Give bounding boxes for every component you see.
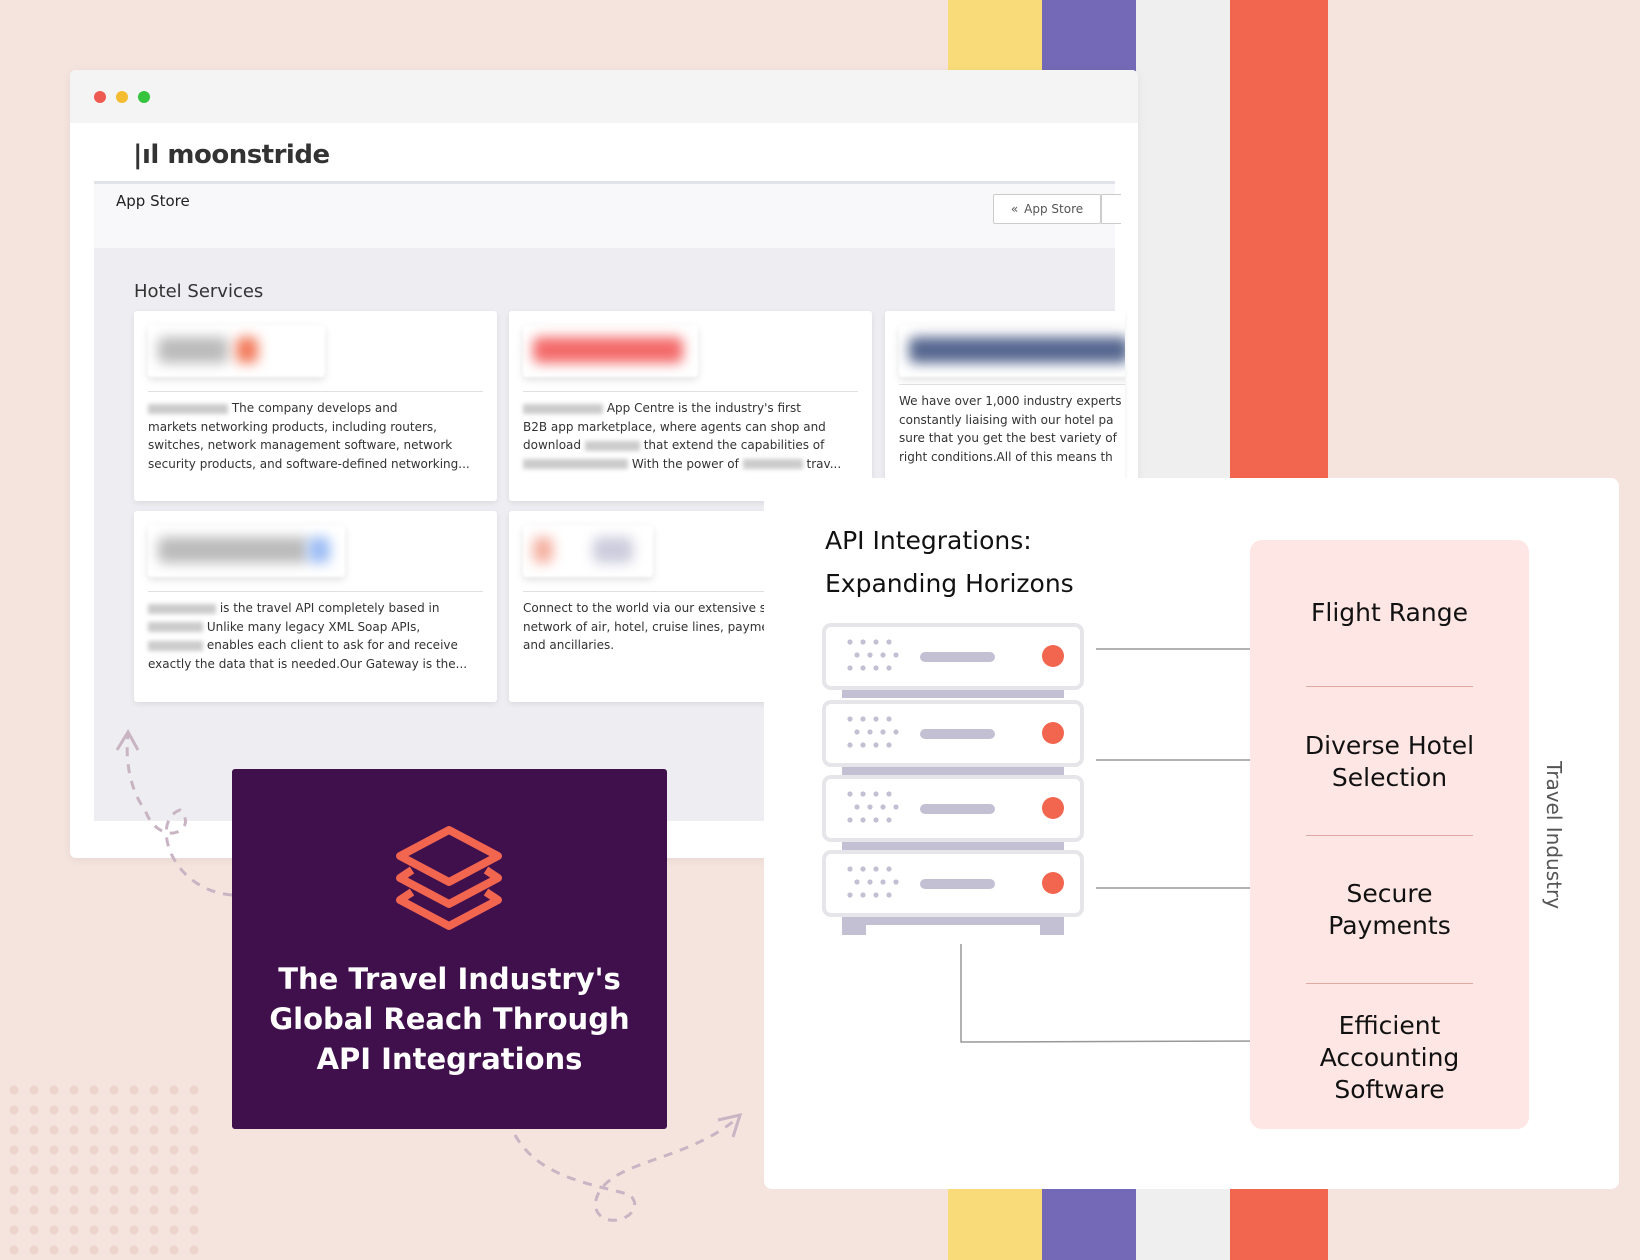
api-diagram-panel: API Integrations: Expanding Horizons Fli…: [764, 478, 1619, 1189]
divider: [1306, 686, 1473, 687]
layers-icon: [396, 826, 502, 930]
promo-title: The Travel Industry's Global Reach Throug…: [269, 962, 630, 1076]
travel-services-list: Flight Range Diverse Hotel Selection Secu…: [1250, 540, 1529, 1129]
divider: [1306, 835, 1473, 836]
service-hotel-selection: Diverse Hotel Selection: [1304, 731, 1475, 792]
service-flight-range: Flight Range: [1311, 598, 1468, 627]
promo-card: The Travel Industry's Global Reach Throug…: [232, 769, 667, 1129]
connector-arrows: [960, 643, 1276, 1048]
divider: [1306, 983, 1473, 984]
service-secure-payments: Secure Payments: [1328, 879, 1451, 940]
service-accounting-software: Efficient Accounting Software: [1319, 1011, 1460, 1104]
side-label: Travel Industry: [1542, 760, 1566, 910]
